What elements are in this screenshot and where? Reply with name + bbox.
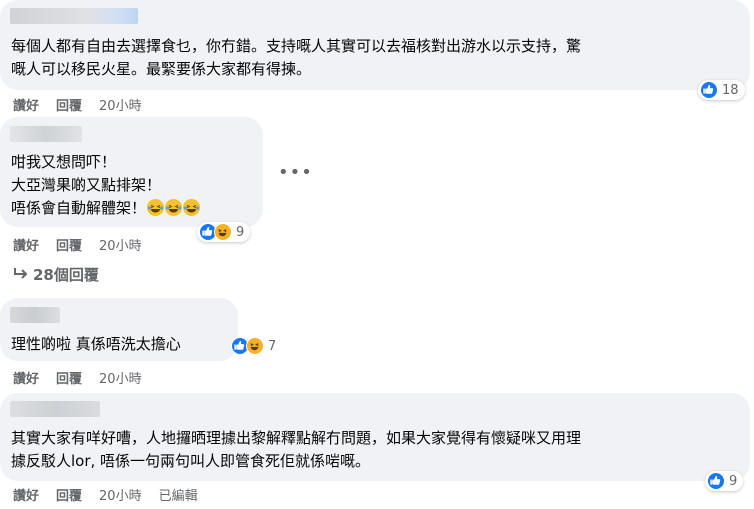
reaction-summary[interactable]: 9 — [705, 471, 744, 491]
comment-text: 咁我又想問吓！ 大亞灣果啲又點排架！ 唔係會自動解體架！ — [11, 151, 261, 220]
like-button[interactable]: 讚好 — [13, 368, 39, 387]
laugh-cry-emoji — [183, 199, 201, 216]
commenter-name-blurred[interactable] — [10, 401, 100, 417]
laugh-cry-emoji — [165, 199, 183, 216]
comment-actions: 讚好 回覆 20小時 — [13, 368, 159, 387]
more-options-icon[interactable]: ••• — [278, 162, 313, 183]
like-icon — [707, 472, 725, 490]
comment-timestamp[interactable]: 20小時 — [99, 95, 142, 114]
like-button[interactable]: 讚好 — [13, 95, 39, 114]
laugh-cry-emoji — [147, 199, 165, 216]
haha-icon — [214, 223, 232, 241]
comment-timestamp[interactable]: 20小時 — [99, 368, 142, 387]
reaction-count: 7 — [268, 338, 277, 354]
commenter-name-blurred[interactable] — [10, 307, 60, 323]
view-replies-link[interactable]: 28個回覆 — [13, 264, 99, 285]
reaction-summary[interactable]: 7 — [229, 336, 282, 356]
comment-timestamp[interactable]: 20小時 — [99, 485, 142, 504]
comment-text-body: 咁我又想問吓！ 大亞灣果啲又點排架！ 唔係會自動解體架！ — [11, 153, 162, 217]
reply-button[interactable]: 回覆 — [56, 235, 82, 254]
comment-text: 其實大家有咩好嘈，人地攞晒理據出黎解釋點解冇問題，如果大家覺得有懷疑咪又用理 據… — [11, 429, 582, 470]
reply-button[interactable]: 回覆 — [56, 95, 82, 114]
reaction-count: 18 — [722, 82, 739, 98]
like-button[interactable]: 讚好 — [13, 235, 39, 254]
reply-arrow-icon — [14, 268, 28, 279]
reaction-count: 9 — [236, 224, 245, 240]
like-button[interactable]: 讚好 — [13, 485, 39, 504]
comment-text: 理性啲啦 真係唔洗太擔心 — [11, 335, 181, 353]
reply-button[interactable]: 回覆 — [56, 485, 82, 504]
commenter-name-blurred[interactable] — [10, 126, 82, 142]
comment-actions: 讚好 回覆 20小時 — [13, 235, 159, 254]
comment-text: 每個人都有自由去選擇食乜，你冇錯。支持嘅人其實可以去福核對出游水以示支持，驚 嘅… — [11, 37, 582, 78]
reply-button[interactable]: 回覆 — [56, 368, 82, 387]
comment-actions: 讚好 回覆 20小時 已編輯 — [13, 485, 215, 504]
like-icon — [700, 81, 718, 99]
reaction-summary[interactable]: 18 — [698, 80, 745, 100]
replies-count-label: 28個回覆 — [33, 266, 99, 284]
comment-actions: 讚好 回覆 20小時 — [13, 95, 159, 114]
comment-timestamp[interactable]: 20小時 — [99, 235, 142, 254]
reaction-summary[interactable]: 9 — [197, 222, 251, 242]
commenter-name-blurred[interactable] — [10, 8, 138, 24]
reaction-count: 9 — [729, 473, 738, 489]
edited-label: 已編輯 — [158, 489, 198, 504]
haha-icon — [246, 337, 264, 355]
